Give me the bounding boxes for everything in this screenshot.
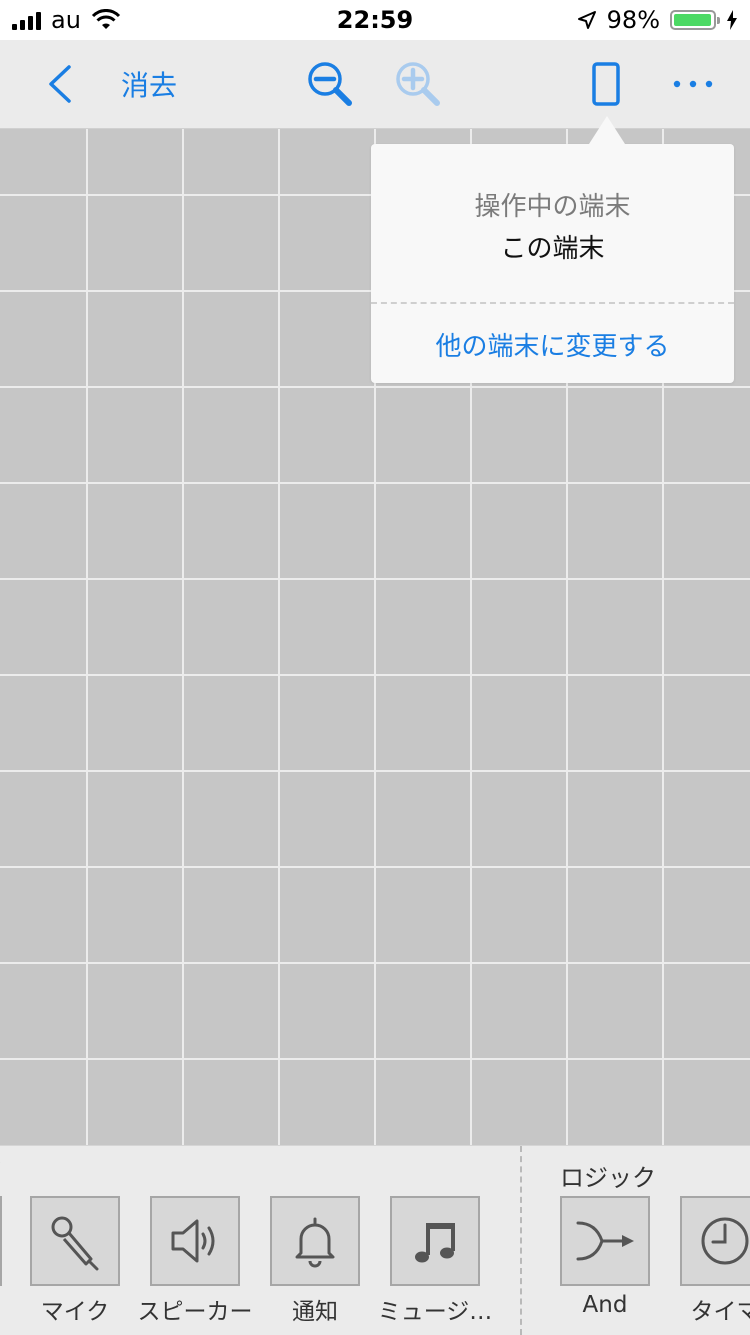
toolbar: 消去 — [0, 40, 750, 129]
device-select-button[interactable] — [580, 40, 632, 128]
palette-tile-timer-label: タイマ — [655, 1292, 750, 1326]
palette-tile-partial[interactable] — [0, 1196, 2, 1286]
chevron-left-icon — [43, 64, 73, 104]
timer-icon — [695, 1211, 750, 1271]
clear-button[interactable]: 消去 — [110, 40, 188, 128]
music-note-icon — [405, 1211, 465, 1271]
ellipsis-icon — [671, 79, 715, 89]
device-popover: 操作中の端末 この端末 他の端末に変更する — [371, 144, 734, 383]
battery-icon — [670, 10, 716, 30]
popover-arrow — [589, 116, 625, 144]
bell-icon — [285, 1211, 345, 1271]
zoom-out-button[interactable] — [300, 40, 360, 128]
zoom-in-icon — [394, 60, 442, 108]
microphone-icon — [45, 1211, 105, 1271]
smartphone-icon — [591, 62, 621, 106]
current-device-label: この端末 — [371, 228, 734, 265]
status-right: 98% — [577, 6, 738, 34]
palette-tile-mic[interactable] — [30, 1196, 120, 1286]
palette-tile-music-label: ミュージ… — [365, 1292, 505, 1326]
palette-tile-music[interactable] — [390, 1196, 480, 1286]
popover-heading: 操作中の端末 — [371, 186, 734, 223]
status-bar: au 22:59 98% — [0, 0, 750, 40]
palette-tile-speaker-label: スピーカー — [125, 1292, 265, 1326]
change-device-button[interactable]: 他の端末に変更する — [371, 326, 734, 363]
more-button[interactable] — [662, 40, 724, 128]
block-palette[interactable]: / ロジック マイク スピーカー 通知 — [0, 1145, 750, 1335]
palette-tile-and-label: And — [535, 1292, 675, 1318]
zoom-in-button[interactable] — [388, 40, 448, 128]
zoom-out-icon — [306, 60, 354, 108]
palette-tile-timer[interactable] — [680, 1196, 750, 1286]
charging-bolt-icon — [726, 10, 738, 30]
clear-button-label: 消去 — [121, 64, 177, 104]
back-button[interactable] — [30, 40, 86, 128]
battery-percent: 98% — [607, 6, 660, 34]
battery-fill — [674, 14, 711, 26]
palette-tile-speaker[interactable] — [150, 1196, 240, 1286]
speaker-icon — [165, 1211, 225, 1271]
palette-section-title-logic: ロジック — [560, 1158, 656, 1193]
palette-tile-notification-label: 通知 — [245, 1292, 385, 1326]
palette-tile-mic-label: マイク — [5, 1292, 145, 1326]
popover-divider — [371, 302, 734, 304]
and-merge-icon — [572, 1211, 638, 1271]
location-arrow-icon — [577, 10, 597, 30]
palette-section-divider — [520, 1146, 522, 1335]
palette-tile-and[interactable] — [560, 1196, 650, 1286]
palette-tile-notification[interactable] — [270, 1196, 360, 1286]
